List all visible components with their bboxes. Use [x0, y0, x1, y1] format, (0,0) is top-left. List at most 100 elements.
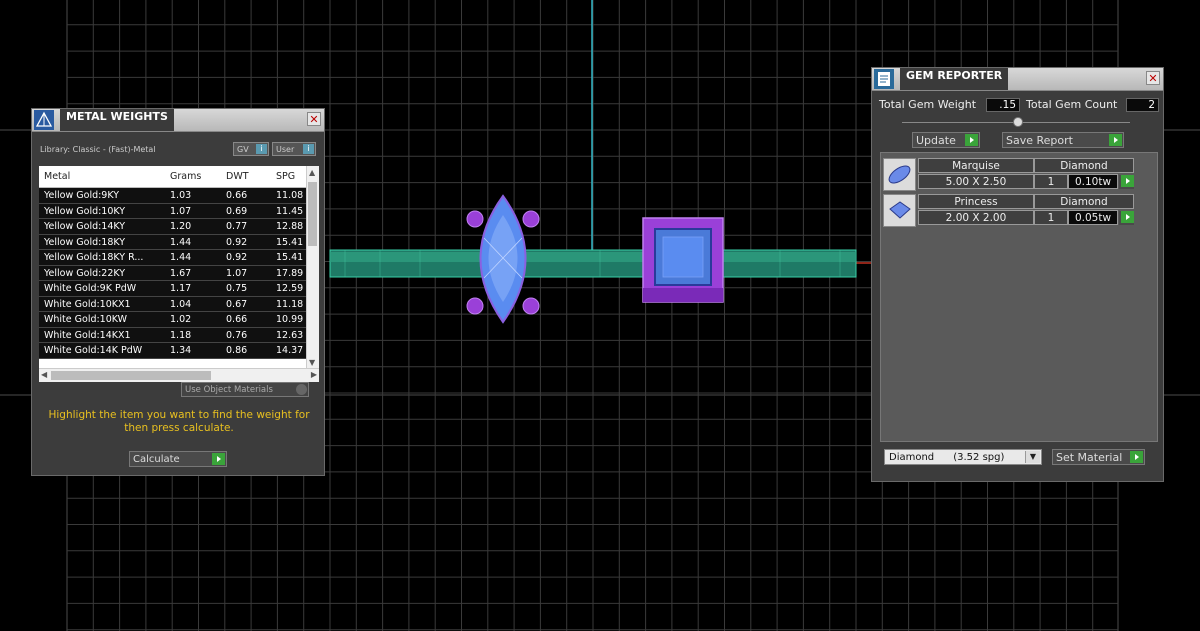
play-arrow-icon — [1121, 175, 1134, 187]
col-spg[interactable]: SPG — [276, 166, 310, 188]
scroll-thumb[interactable] — [51, 371, 211, 380]
spg-value: 10.99 — [276, 314, 304, 325]
spg-value: 11.08 — [276, 190, 304, 201]
table-row[interactable]: White Gold:10KW 1.02 0.66 10.99 — [39, 312, 307, 328]
gem-list: Marquise Diamond 5.00 X 2.50 1 0.10tw Pr… — [880, 152, 1158, 442]
table-row[interactable]: Yellow Gold:22KY 1.67 1.07 17.89 — [39, 265, 307, 281]
gv-toggle[interactable]: GV i — [233, 142, 269, 156]
gem-size: 5.00 X 2.50 — [918, 174, 1034, 189]
pyramid-icon — [34, 110, 54, 130]
material-select-value: Diamond (3.52 spg) — [889, 452, 1005, 463]
grams-value: 1.07 — [170, 205, 192, 217]
table-row[interactable]: White Gold:14KX1 1.18 0.76 12.63 — [39, 327, 307, 343]
metal-weights-titlebar[interactable]: METAL WEIGHTS ✕ — [32, 109, 324, 132]
gem-size: 2.00 X 2.00 — [918, 210, 1034, 225]
grams-value: 1.02 — [170, 314, 192, 325]
user-toggle-label: User — [276, 145, 295, 154]
close-icon[interactable]: ✕ — [1146, 71, 1160, 85]
set-material-label: Set Material — [1056, 451, 1123, 464]
princess-gem-icon — [883, 194, 916, 227]
metal-weights-panel: METAL WEIGHTS ✕ Library: Classic - (Fast… — [31, 108, 325, 476]
user-toggle[interactable]: User i — [272, 142, 316, 156]
play-arrow-icon — [1121, 211, 1134, 223]
table-row[interactable]: White Gold:14K PdW 1.34 0.86 14.37 — [39, 343, 307, 359]
info-icon: i — [303, 144, 314, 154]
col-metal[interactable]: Metal — [44, 166, 166, 188]
grams-value: 1.17 — [170, 283, 192, 294]
scroll-thumb[interactable] — [308, 182, 317, 246]
total-gem-weight-label: Total Gem Weight — [879, 98, 977, 111]
grams-value: 1.67 — [170, 267, 192, 279]
save-report-button[interactable]: Save Report — [1002, 132, 1124, 148]
play-arrow-icon — [1109, 134, 1122, 146]
metal-name: Yellow Gold:18KY — [44, 236, 126, 248]
total-gem-count-value: 2 — [1126, 98, 1159, 112]
spg-value: 12.59 — [276, 283, 304, 294]
spg-value: 15.41 — [276, 252, 304, 263]
calculate-button[interactable]: Calculate — [129, 451, 227, 467]
grams-value: 1.44 — [170, 236, 192, 248]
metal-name: Yellow Gold:14KY — [44, 221, 126, 232]
gem-row[interactable]: Princess Diamond 2.00 X 2.00 1 0.05tw — [883, 194, 1135, 228]
gem-material: Diamond — [1034, 158, 1134, 173]
dwt-value: 0.75 — [226, 283, 248, 294]
dwt-value: 0.69 — [226, 205, 248, 217]
horizontal-scrollbar[interactable]: ◀ ▶ — [39, 368, 319, 382]
gem-row[interactable]: Marquise Diamond 5.00 X 2.50 1 0.10tw — [883, 158, 1135, 192]
table-row[interactable]: White Gold:10KX1 1.04 0.67 11.18 — [39, 296, 307, 312]
scroll-up-icon[interactable]: ▲ — [309, 168, 315, 177]
ring-shank[interactable] — [329, 249, 857, 278]
col-grams[interactable]: Grams — [170, 166, 220, 188]
gem-reporter-titlebar[interactable]: GEM REPORTER ✕ — [872, 68, 1163, 91]
set-material-button[interactable]: Set Material — [1052, 449, 1145, 465]
dwt-value: 0.77 — [226, 221, 248, 232]
gem-cut: Marquise — [918, 158, 1034, 173]
close-icon[interactable]: ✕ — [307, 112, 321, 126]
scroll-left-icon[interactable]: ◀ — [41, 370, 47, 379]
update-button[interactable]: Update — [912, 132, 980, 148]
metal-name: White Gold:10KX1 — [44, 298, 131, 310]
material-select[interactable]: Diamond (3.52 spg) ▼ — [884, 449, 1042, 465]
vertical-scrollbar[interactable]: ▲ ▼ — [306, 166, 319, 369]
princess-gem-model[interactable] — [642, 217, 724, 303]
table-row[interactable]: White Gold:9K PdW 1.17 0.75 12.59 — [39, 281, 307, 297]
use-object-materials-checkbox[interactable]: Use Object Materials — [181, 382, 309, 397]
table-row[interactable]: Yellow Gold:10KY 1.07 0.69 11.45 — [39, 203, 307, 219]
col-dwt[interactable]: DWT — [226, 166, 270, 188]
spg-value: 12.63 — [276, 329, 304, 341]
dwt-value: 1.07 — [226, 267, 248, 279]
metal-name: Yellow Gold:9KY — [44, 190, 120, 201]
collapse-handle[interactable] — [1013, 117, 1023, 127]
gem-reporter-icon — [874, 69, 894, 89]
table-row[interactable]: Yellow Gold:18KY R... 1.44 0.92 15.41 — [39, 250, 307, 266]
grams-value: 1.03 — [170, 190, 192, 201]
gem-weight: 0.05tw — [1068, 210, 1118, 225]
gem-material: Diamond — [1034, 194, 1134, 209]
gem-reporter-title: GEM REPORTER — [900, 68, 1009, 90]
dwt-value: 0.86 — [226, 345, 248, 356]
gem-qty: 1 — [1034, 210, 1068, 225]
grams-value: 1.20 — [170, 221, 192, 232]
gem-qty: 1 — [1034, 174, 1068, 189]
metal-table-header: Metal Grams DWT SPG — [39, 166, 307, 188]
table-row[interactable]: Yellow Gold:18KY 1.44 0.92 15.41 — [39, 234, 307, 250]
total-gem-count-label: Total Gem Count — [1026, 98, 1118, 111]
table-row[interactable]: Yellow Gold:14KY 1.20 0.77 12.88 — [39, 219, 307, 235]
gem-detail-button[interactable] — [1119, 211, 1134, 225]
chevron-down-icon[interactable]: ▼ — [1025, 451, 1040, 463]
metal-table[interactable]: Metal Grams DWT SPG Yellow Gold:9KY 1.03 0… — [39, 166, 319, 382]
scroll-right-icon[interactable]: ▶ — [311, 370, 317, 379]
table-row[interactable]: Yellow Gold:9KY 1.03 0.66 11.08 — [39, 188, 307, 204]
play-arrow-icon — [1130, 451, 1143, 463]
spg-value: 12.88 — [276, 221, 304, 232]
play-arrow-icon — [965, 134, 978, 146]
metal-name: White Gold:9K PdW — [44, 283, 137, 294]
scroll-down-icon[interactable]: ▼ — [309, 358, 315, 367]
metal-name: Yellow Gold:18KY R... — [44, 252, 144, 263]
calculate-label: Calculate — [133, 454, 180, 465]
spg-value: 14.37 — [276, 345, 304, 356]
grams-value: 1.44 — [170, 252, 192, 263]
gem-detail-button[interactable] — [1119, 175, 1134, 189]
gem-cut: Princess — [918, 194, 1034, 209]
total-gem-weight-value: .15 — [986, 98, 1020, 112]
